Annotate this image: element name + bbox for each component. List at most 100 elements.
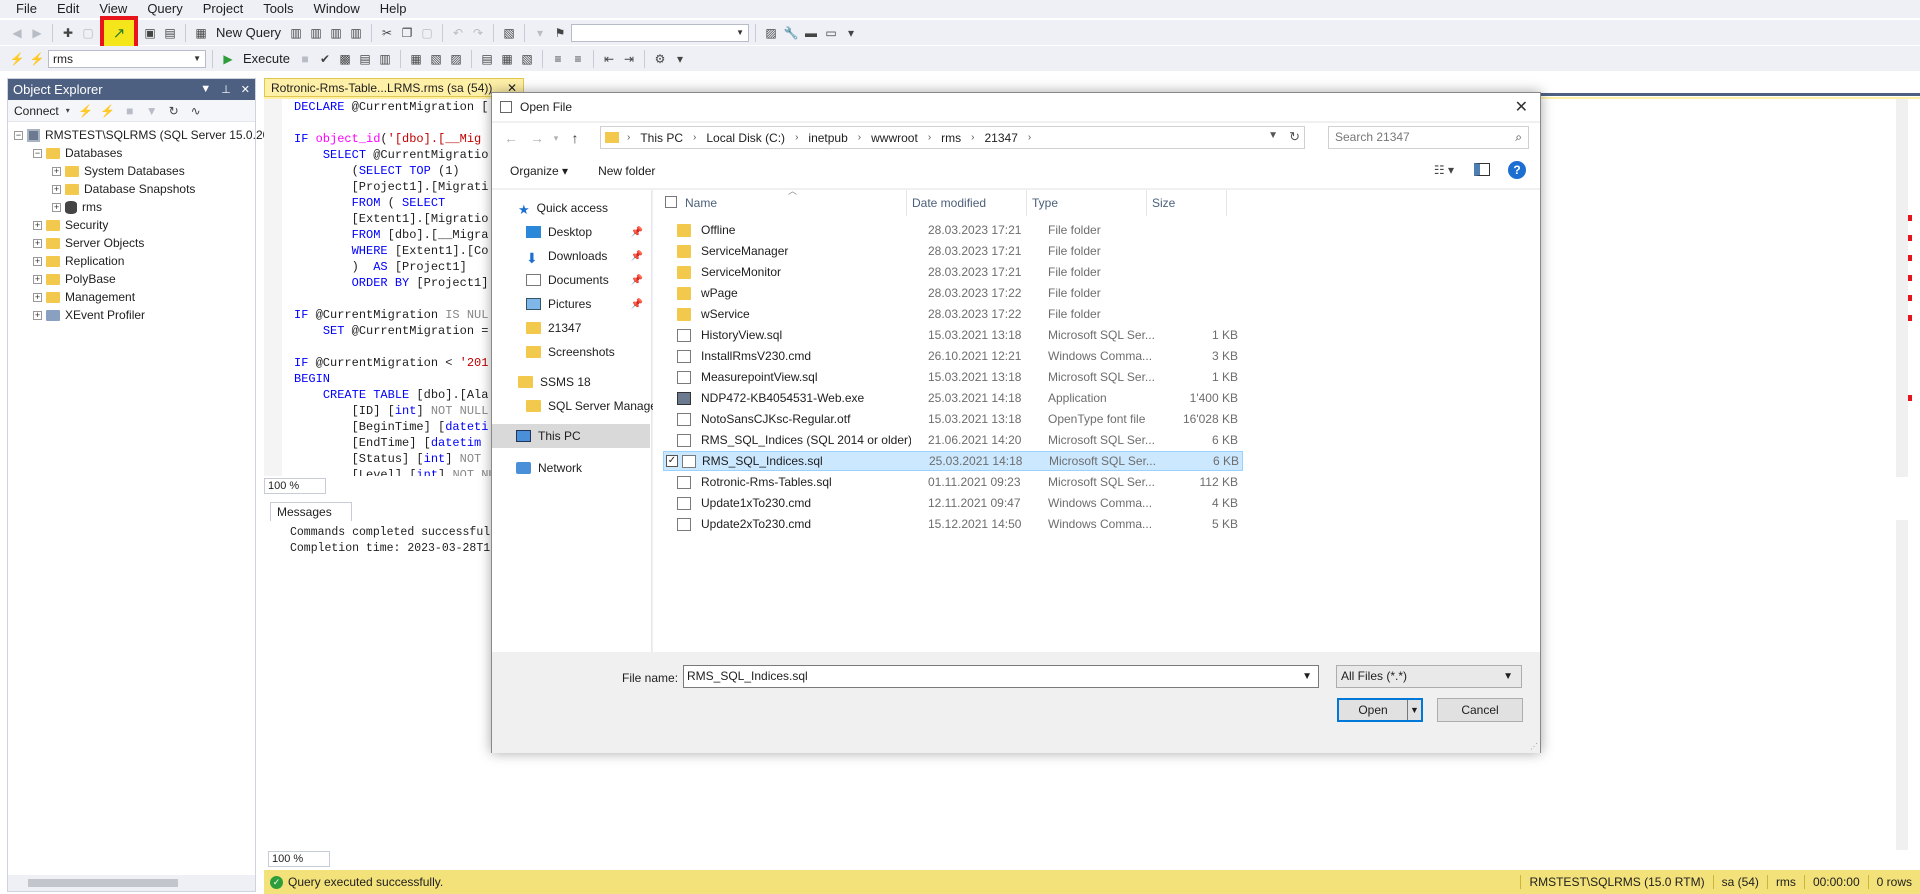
outdent-icon[interactable]: ⇤ [600,50,618,68]
toolbox-icon[interactable]: ▬ [802,24,820,42]
new-query-button[interactable]: New Query [212,25,285,40]
open-dropdown-icon[interactable]: ▼ [1407,700,1421,720]
nav-this-pc[interactable]: This PC [492,424,650,448]
pin-icon[interactable]: 📌 [631,299,643,310]
column-type[interactable]: Type [1027,190,1147,216]
connect-button[interactable]: Connect [14,104,59,118]
nav-documents[interactable]: Documents 📌 [492,268,651,292]
nav-21347[interactable]: 21347 [492,316,651,340]
menu-help[interactable]: Help [370,0,417,18]
menu-tools[interactable]: Tools [253,0,303,18]
tree-node-server-objects[interactable]: + Server Objects [8,234,255,252]
menu-project[interactable]: Project [193,0,253,18]
find-combo[interactable]: ▼ [571,23,750,42]
chevron-right-icon[interactable]: › [693,132,696,143]
view-options-icon[interactable]: ☷ ▾ [1434,163,1454,177]
tree-node-databases[interactable]: − Databases [8,144,255,162]
expand-icon[interactable]: + [33,310,42,320]
forward-icon[interactable]: → [524,130,550,146]
nav-downloads[interactable]: ⬇ Downloads 📌 [492,244,651,268]
indent-icon[interactable]: ⇥ [620,50,638,68]
query-options-icon[interactable]: ▤ [356,50,374,68]
breadcrumb-21347[interactable]: 21347 [985,131,1018,145]
save-icon[interactable]: ▣ [141,24,159,42]
new-file-icon[interactable]: ▢ [79,24,97,42]
pin-icon[interactable]: ⊥ [221,83,231,96]
chevron-right-icon[interactable]: › [1028,132,1031,143]
actual-plan-icon[interactable]: ▦ [407,50,425,68]
more-icon[interactable]: ▾ [671,50,689,68]
pin-icon[interactable]: 📌 [631,251,643,262]
properties-icon[interactable]: 🔧 [782,24,800,42]
recent-dropdown-icon[interactable]: ▾ [550,133,562,144]
connect-icon[interactable]: ⚡ [8,50,26,68]
tree-node-system-databases[interactable]: + System Databases [8,162,255,180]
results-vertical-scrollbar[interactable] [1896,520,1908,850]
expand-icon[interactable]: + [33,256,42,266]
editor-tab[interactable]: Rotronic-Rms-Table...LRMS.rms (sa (54)) … [264,78,524,97]
find-icon[interactable]: ⚑ [551,24,569,42]
tree-node-polybase[interactable]: + PolyBase [8,270,255,288]
refresh-icon[interactable]: ↻ [165,102,183,120]
new-folder-button[interactable]: New folder [598,164,655,178]
file-row[interactable]: Offline 28.03.2023 17:21 File folder [663,220,1243,240]
cut-icon[interactable]: ✂ [378,24,396,42]
chevron-right-icon[interactable]: › [858,132,861,143]
dropdown-icon[interactable]: ▼ [200,83,211,96]
open-button[interactable]: Open ▼ [1337,698,1423,722]
file-row[interactable]: InstallRmsV230.cmd 26.10.2021 12:21 Window… [663,346,1243,366]
tree-node-xevent-profiler[interactable]: + XEvent Profiler [8,306,255,324]
help-icon[interactable]: ? [1508,161,1526,179]
resize-grip-icon[interactable]: ⋰ [1530,742,1538,751]
save-all-icon[interactable]: ▤ [161,24,179,42]
editor-vertical-scrollbar[interactable] [1896,99,1908,477]
up-icon[interactable]: ↑ [562,130,588,146]
database-select[interactable]: rms ▼ [48,49,206,68]
select-all-checkbox[interactable] [665,196,677,208]
filter-icon[interactable]: ▼ [143,102,161,120]
open-file-button[interactable]: ↗ [100,15,138,50]
file-row[interactable]: wPage 28.03.2023 17:22 File folder [663,283,1243,303]
dmx-query-icon[interactable]: ▥ [307,24,325,42]
breadcrumb-wwwroot[interactable]: wwwroot [871,131,918,145]
tree-node-database-snapshots[interactable]: + Database Snapshots [8,180,255,198]
file-row[interactable]: RMS_SQL_Indices (SQL 2014 or older).... 2… [663,430,1243,450]
file-type-select[interactable]: All Files (*.*) ▼ [1336,665,1522,688]
back-icon[interactable]: ← [498,130,524,146]
horizontal-scrollbar[interactable] [8,875,255,891]
more-icon[interactable]: ▾ [842,24,860,42]
copy-icon[interactable]: ❐ [398,24,416,42]
back-icon[interactable]: ◀ [8,24,26,42]
tree-node-rms[interactable]: + rms [8,198,255,216]
activity-icon[interactable]: ∿ [187,102,205,120]
uncomment-icon[interactable]: ≡ [569,50,587,68]
preview-pane-icon[interactable] [1474,163,1490,176]
file-row[interactable]: ServiceManager 28.03.2023 17:21 File folde… [663,241,1243,261]
solution-explorer-icon[interactable]: ▨ [762,24,780,42]
nav-network[interactable]: Network [492,456,651,480]
breadcrumb-local-disk[interactable]: Local Disk (C:) [706,131,785,145]
tree-node-server[interactable]: − RMSTEST\SQLRMS (SQL Server 15.0.2000 [8,126,283,144]
results-text-icon[interactable]: ▤ [478,50,496,68]
forward-icon[interactable]: ▶ [28,24,46,42]
close-icon[interactable]: ✕ [1515,97,1528,117]
chevron-right-icon[interactable]: › [795,132,798,143]
file-name-input[interactable]: RMS_SQL_Indices.sql ▼ [683,665,1319,688]
nav-ssms[interactable]: SSMS 18 [492,370,651,394]
plan-icon[interactable]: ▩ [336,50,354,68]
new-project-icon[interactable]: ✚ [59,24,77,42]
query-editor[interactable]: DECLARE @CurrentMigration [ IF object_id… [264,99,494,476]
organize-button[interactable]: Organize ▾ [510,164,568,178]
file-row[interactable]: Update1xTo230.cmd 12.11.2021 09:47 Windows… [663,493,1243,513]
expand-icon[interactable]: + [33,274,42,284]
stop-icon[interactable]: ■ [296,50,314,68]
menu-window[interactable]: Window [304,0,370,18]
execute-icon[interactable]: ▶ [219,50,237,68]
change-connection-icon[interactable]: ⚡ [28,50,46,68]
expand-icon[interactable]: + [52,202,61,212]
chevron-down-icon[interactable]: ▼ [1302,666,1312,687]
nav-quick-access[interactable]: ★ Quick access [492,196,651,220]
paste-icon[interactable]: ▢ [418,24,436,42]
file-row[interactable]: NotoSansCJKsc-Regular.otf 15.03.2021 13:1… [663,409,1243,429]
tree-node-management[interactable]: + Management [8,288,255,306]
